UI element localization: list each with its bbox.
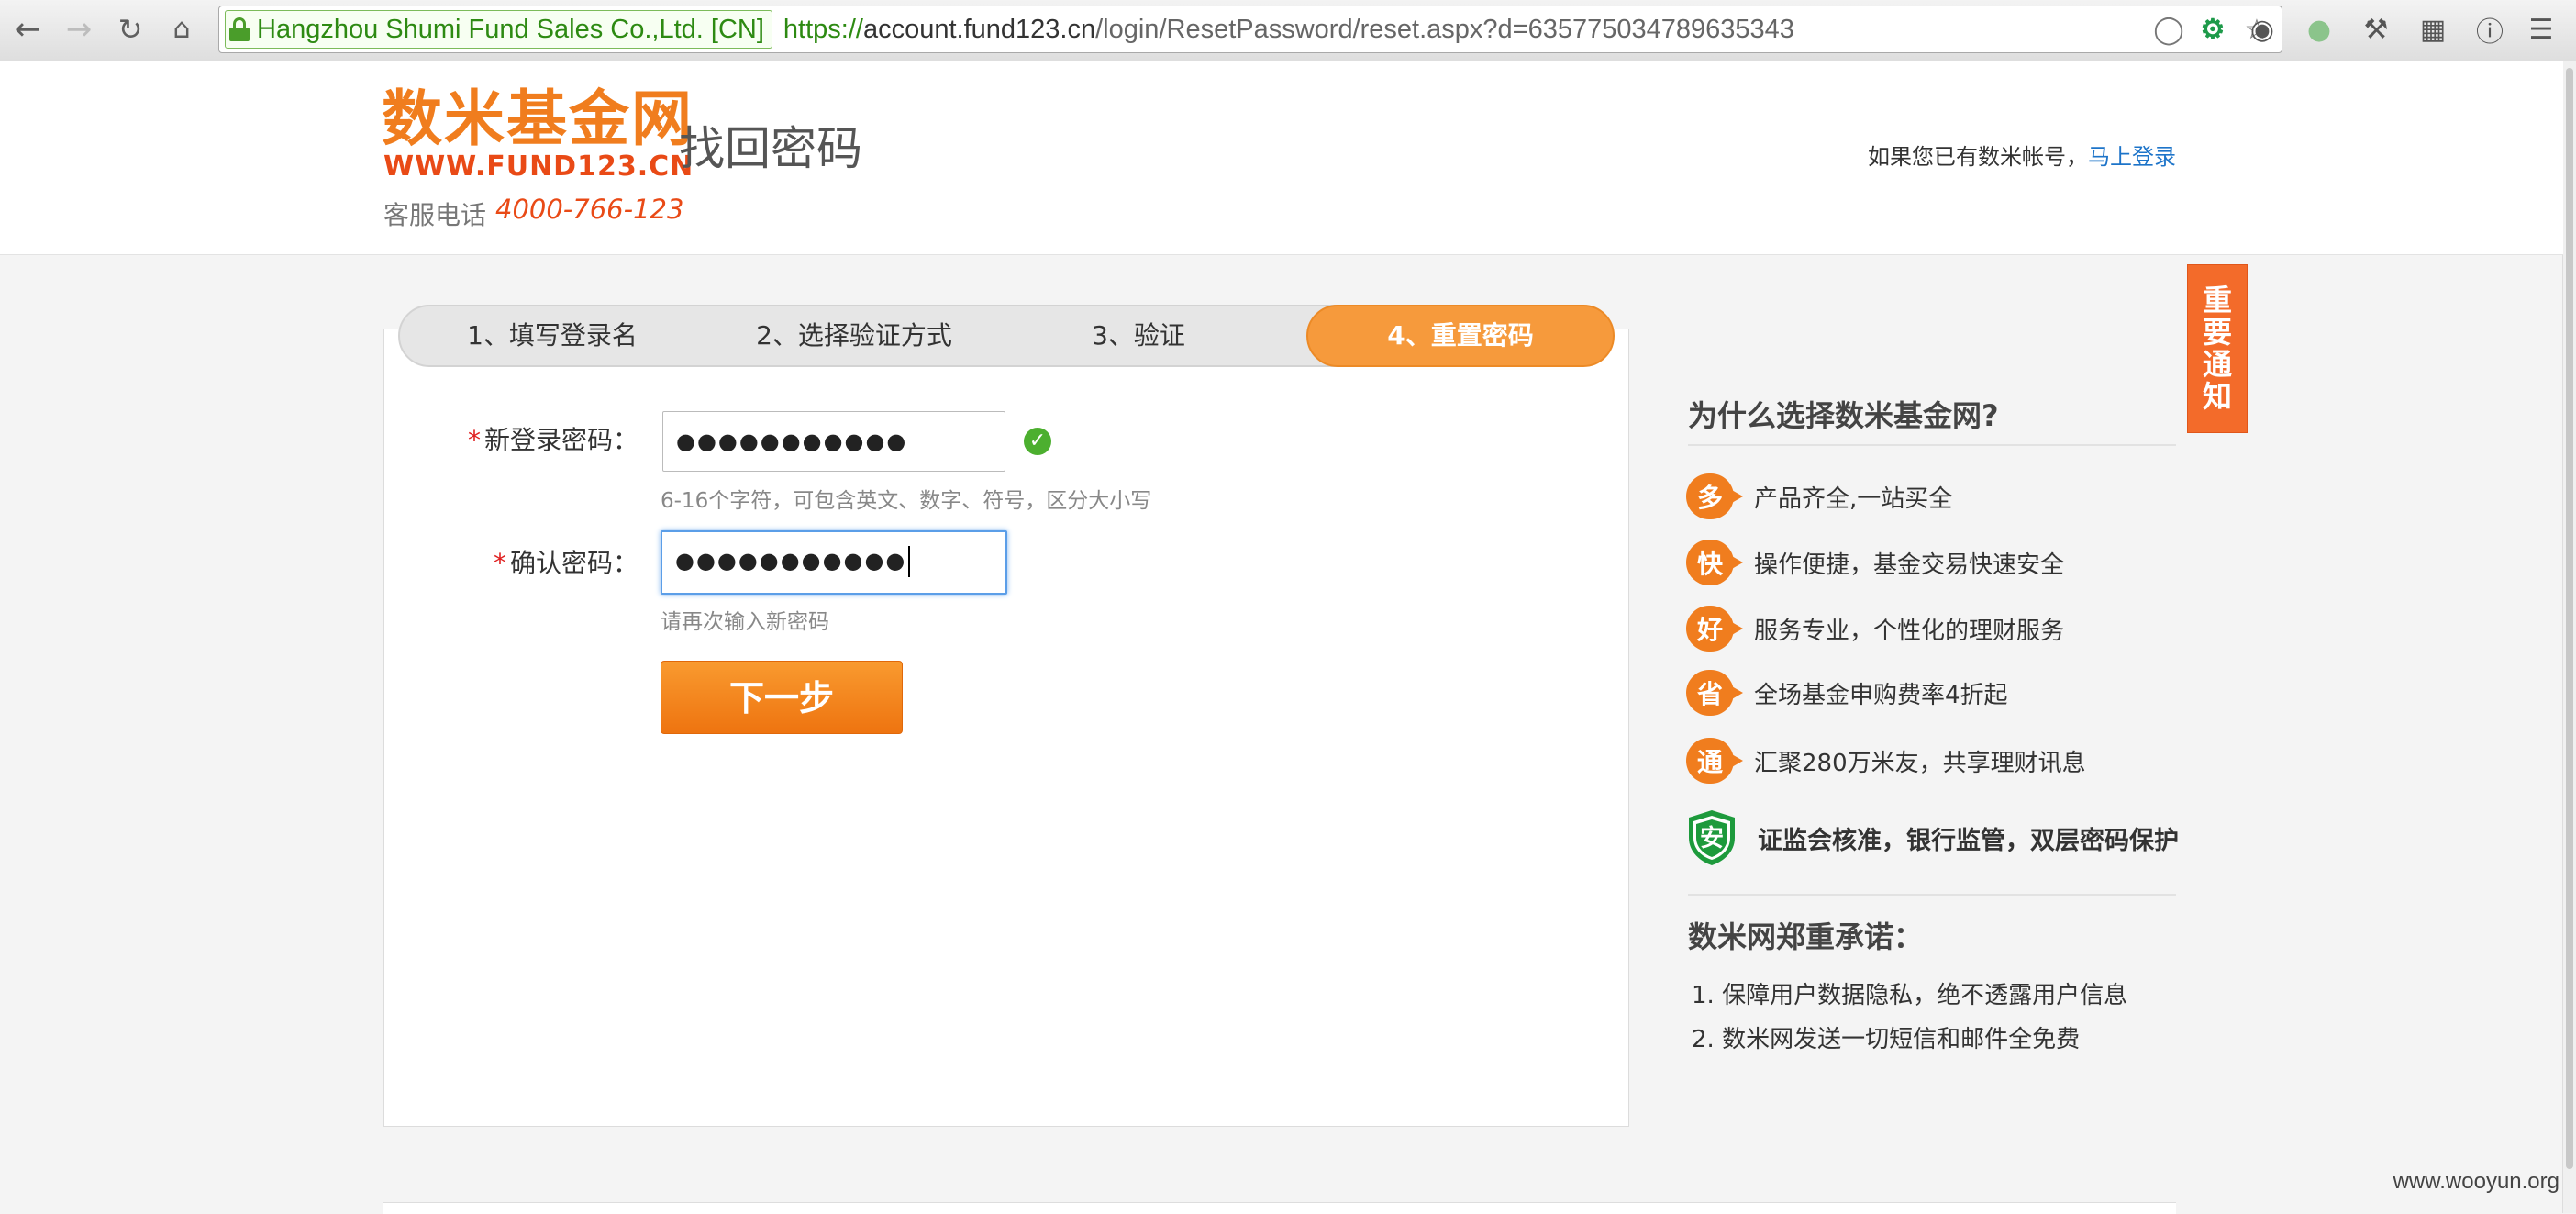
forward-icon[interactable]: →: [59, 9, 99, 50]
ev-certificate-badge[interactable]: Hangzhou Shumi Fund Sales Co.,Ltd. [CN]: [225, 10, 772, 49]
notice-char: 要: [2202, 314, 2232, 350]
new-password-label-text: 新登录密码：: [483, 425, 638, 455]
feature-item: 快操作便捷，基金交易快速安全: [1686, 536, 2064, 589]
hotline-label: 客服电话: [383, 200, 487, 230]
new-password-hint: 6-16个字符，可包含英文、数字、符号，区分大小写: [661, 489, 1152, 513]
security-item: 安 证监会核准，银行监管，双层密码保护: [1686, 807, 2179, 868]
ev-organization-label: Hangzhou Shumi Fund Sales Co.,Ltd. [CN]: [257, 14, 764, 44]
step-verify: 3、验证: [1092, 320, 1185, 351]
watermark: www.wooyun.org: [2393, 1169, 2559, 1194]
security-badge-text: 安: [1700, 825, 1724, 852]
extension-shield-icon[interactable]: ⚙: [2197, 14, 2228, 45]
notice-char: 重: [2202, 282, 2232, 317]
home-icon[interactable]: ⌂: [161, 9, 202, 50]
promise-item: 1. 保障用户数据隐私，绝不透露用户信息: [1692, 982, 2128, 1009]
site-logo[interactable]: 数米基金网: [382, 89, 694, 150]
feature-text: 汇聚280万米友，共享理财讯息: [1754, 749, 2086, 777]
confirm-password-hint: 请再次输入新密码: [661, 610, 829, 634]
security-text: 证监会核准，银行监管，双层密码保护: [1758, 826, 2179, 855]
feature-badge-icon: 省: [1686, 670, 1743, 716]
next-step-button[interactable]: 下一步: [661, 661, 903, 734]
site-logo-url: WWW.FUND123.CN: [383, 150, 694, 183]
feature-text: 产品齐全,一站买全: [1754, 484, 1953, 513]
menu-icon[interactable]: ☰: [2523, 11, 2559, 48]
browser-toolbar: ← → ↻ ⌂ Hangzhou Shumi Fund Sales Co.,Lt…: [0, 0, 2576, 61]
login-prompt: 如果您已有数米帐号，马上登录: [1868, 139, 2176, 171]
puzzle-extension-icon[interactable]: ▦: [2415, 11, 2451, 48]
feature-item: 多产品齐全,一站买全: [1686, 470, 1952, 523]
feature-text: 全场基金申购费率4折起: [1754, 681, 2008, 709]
promise-item: 2. 数米网发送一切短信和邮件全免费: [1692, 1026, 2081, 1053]
feature-item: 省全场基金申购费率4折起: [1686, 666, 2008, 719]
feature-text: 操作便捷，基金交易快速安全: [1754, 551, 2065, 579]
green-dot-extension-icon[interactable]: ●: [2301, 11, 2337, 48]
security-shield-icon: 安: [1689, 810, 1735, 865]
step-fill-login-name: 1、填写登录名: [467, 320, 638, 351]
confirm-password-label-text: 确认密码：: [509, 548, 638, 578]
notice-char: 通: [2202, 347, 2232, 382]
page-scrollbar[interactable]: [2562, 61, 2576, 1213]
lock-icon: [229, 17, 250, 41]
text-caret: [908, 546, 911, 577]
divider: [1688, 894, 2176, 896]
feature-badge-icon: 多: [1686, 473, 1743, 519]
divider: [1688, 444, 2176, 446]
url-scheme: https://: [783, 14, 863, 44]
shield-outline-icon[interactable]: ◯: [2153, 14, 2184, 45]
feature-text: 服务专业，个性化的理财服务: [1754, 617, 2065, 645]
url-host: account.fund123.cn: [862, 14, 1096, 44]
valid-check-icon: ✓: [1024, 428, 1051, 455]
site-header: 数米基金网 ✓ WWW.FUND123.CN 找回密码 客服电话 4000-76…: [0, 61, 2563, 255]
feature-item: 通汇聚280万米友，共享理财讯息: [1686, 734, 2086, 787]
logo-swoosh-icon: ✓: [651, 96, 678, 133]
reload-icon[interactable]: ↻: [110, 9, 150, 50]
step-reset-password: 4、重置密码: [1306, 305, 1615, 367]
tool-extension-icon[interactable]: ⚒: [2358, 11, 2394, 48]
feature-badge-icon: 快: [1686, 540, 1743, 585]
login-prompt-text: 如果您已有数米帐号，: [1868, 144, 2088, 170]
confirm-password-input[interactable]: ●●●●●●●●●●●: [661, 530, 1007, 595]
new-password-label: * 新登录密码：: [431, 420, 638, 457]
footer-edge: [383, 1202, 2176, 1214]
info-extension-icon[interactable]: ⓘ: [2471, 11, 2508, 49]
feature-badge-icon: 通: [1686, 738, 1743, 784]
progress-steps: 1、填写登录名 2、选择验证方式 3、验证 4、重置密码: [398, 305, 1615, 367]
important-notice-tab[interactable]: 重 要 通 知: [2187, 264, 2248, 433]
notice-char: 知: [2202, 379, 2232, 415]
required-mark: *: [493, 548, 506, 578]
back-icon[interactable]: ←: [7, 9, 48, 50]
feature-badge-icon: 好: [1686, 606, 1743, 652]
required-mark: *: [467, 425, 481, 455]
confirm-password-value: ●●●●●●●●●●●: [675, 548, 907, 574]
login-link[interactable]: 马上登录: [2088, 144, 2176, 170]
promise-title: 数米网郑重承诺：: [1688, 919, 1924, 954]
page-title: 找回密码: [679, 122, 862, 175]
mask-extension-icon[interactable]: ◉: [2244, 11, 2281, 48]
address-bar[interactable]: Hangzhou Shumi Fund Sales Co.,Ltd. [CN] …: [218, 6, 2282, 53]
hotline-number: 4000-766-123: [495, 194, 684, 225]
new-password-input[interactable]: ●●●●●●●●●●●: [662, 411, 1005, 472]
why-choose-title: 为什么选择数米基金网?: [1688, 398, 1999, 433]
scrollbar-thumb[interactable]: [2566, 68, 2573, 1169]
url-path: /login/ResetPassword/reset.aspx?d=635775…: [1095, 14, 1794, 44]
step-choose-verification: 2、选择验证方式: [756, 320, 952, 351]
confirm-password-label: * 确认密码：: [431, 543, 638, 580]
feature-item: 好服务专业，个性化的理财服务: [1686, 602, 2064, 655]
url-text[interactable]: https://account.fund123.cn/login/ResetPa…: [783, 15, 1794, 45]
